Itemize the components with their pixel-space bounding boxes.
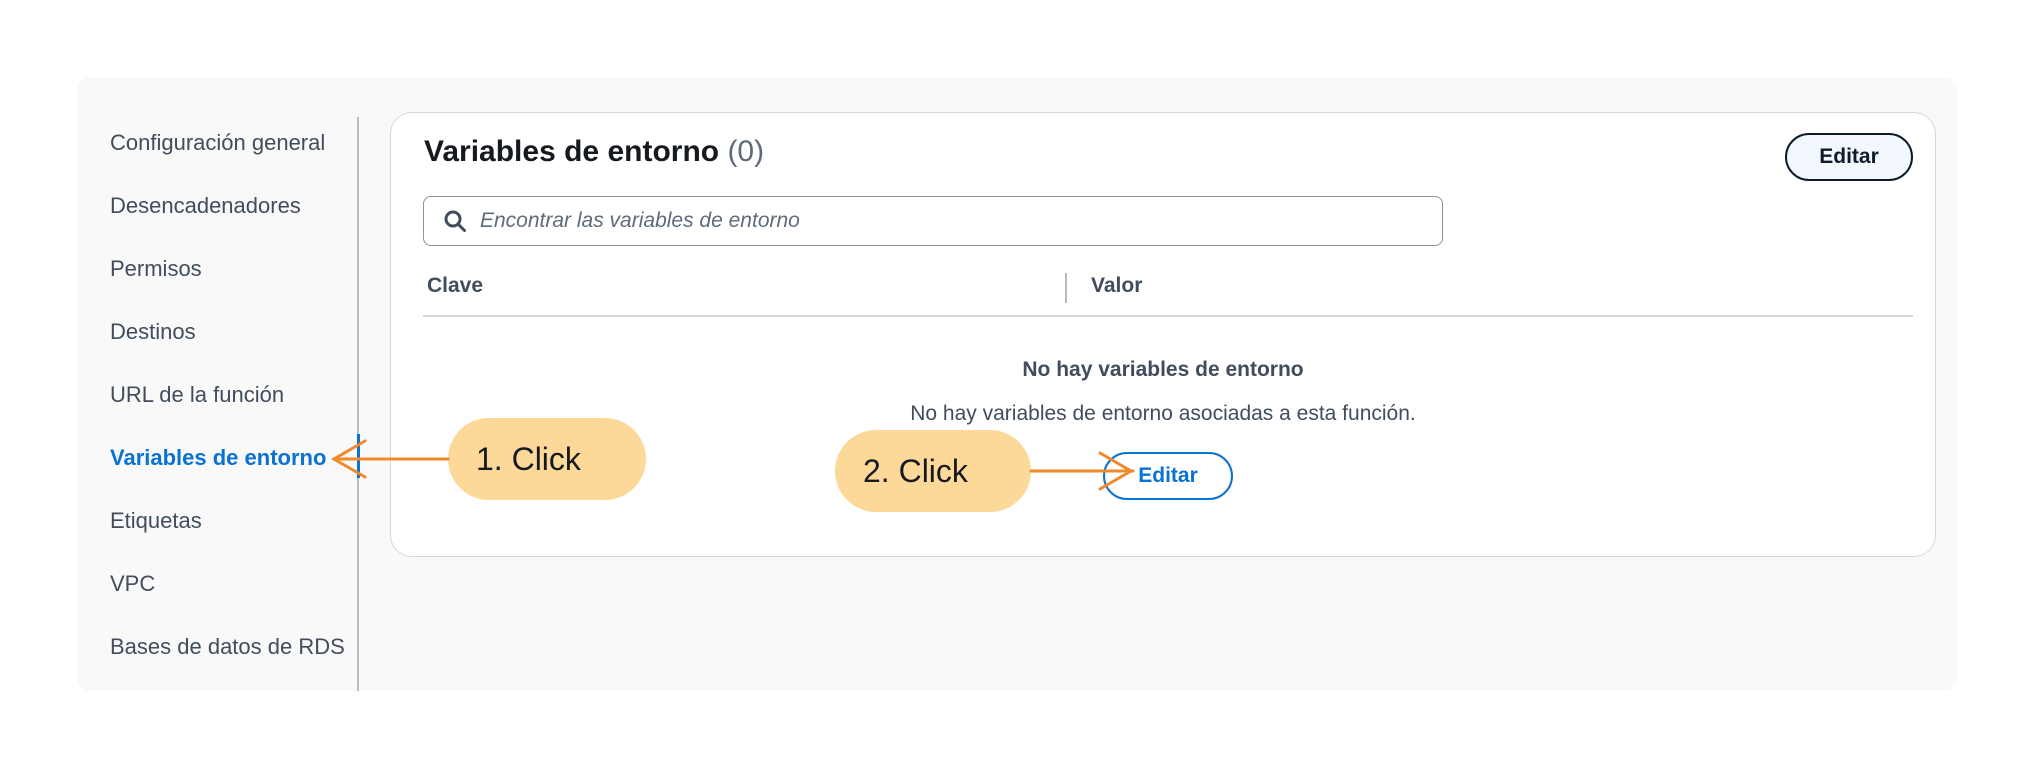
sidebar-item-tags[interactable]: Etiquetas [110, 508, 202, 534]
search-icon [442, 208, 468, 234]
step-1-callout: 1. Click [448, 418, 646, 500]
configuration-sidebar: Configuración general Desencadenadores P… [77, 77, 360, 691]
sidebar-divider [357, 117, 359, 691]
panel-title-text: Variables de entorno [424, 135, 720, 168]
table-header-divider [423, 315, 1913, 317]
sidebar-item-permissions[interactable]: Permisos [110, 256, 202, 282]
sidebar-item-triggers[interactable]: Desencadenadores [110, 193, 301, 219]
empty-state-title: No hay variables de entorno [1022, 358, 1304, 381]
step-2-callout: 2. Click [835, 430, 1031, 512]
lambda-configuration-screen: Configuración general Desencadenadores P… [77, 77, 1957, 691]
sidebar-item-destinations[interactable]: Destinos [110, 319, 196, 345]
sidebar-item-environment-variables[interactable]: Variables de entorno [110, 445, 326, 471]
sidebar-item-function-url[interactable]: URL de la función [110, 382, 284, 408]
panel-title: Variables de entorno (0) [424, 135, 764, 169]
empty-state-edit-button[interactable]: Editar [1103, 452, 1233, 500]
sidebar-active-indicator [357, 434, 360, 478]
column-separator[interactable] [1065, 273, 1067, 303]
sidebar-item-general-configuration[interactable]: Configuración general [110, 130, 325, 156]
column-header-key[interactable]: Clave [427, 274, 483, 298]
sidebar-item-vpc[interactable]: VPC [110, 571, 155, 597]
sidebar-item-rds-databases[interactable]: Bases de datos de RDS [110, 634, 345, 660]
variable-count: (0) [727, 135, 765, 168]
search-input[interactable] [480, 209, 1380, 233]
edit-button[interactable]: Editar [1785, 133, 1913, 181]
search-box[interactable] [423, 196, 1443, 246]
column-header-value[interactable]: Valor [1091, 274, 1142, 298]
